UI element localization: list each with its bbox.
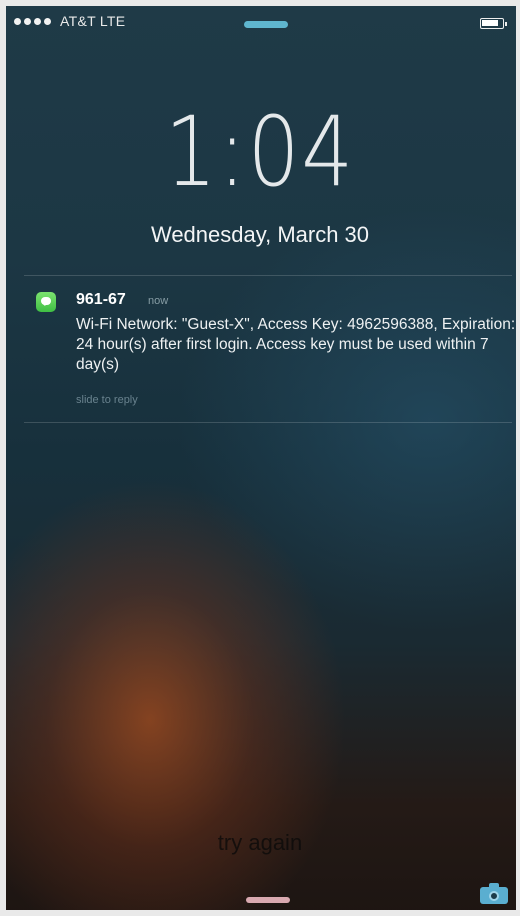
notification-sender: 961-67 <box>76 291 126 308</box>
slide-to-reply-hint: slide to reply <box>76 394 138 406</box>
carrier-label: AT&T LTE <box>60 13 126 29</box>
home-indicator[interactable] <box>246 897 290 903</box>
battery-icon <box>480 18 507 29</box>
notification-body: Wi-Fi Network: "Guest-X", Access Key: 49… <box>76 316 516 373</box>
divider <box>24 275 512 276</box>
top-grabber-handle[interactable] <box>244 21 288 28</box>
date-label: Wednesday, March 30 <box>150 222 370 247</box>
notification-timestamp: now <box>148 295 169 307</box>
lock-screen: AT&T LTE 1:04 Wednesday, March 30 961-67… <box>0 0 520 916</box>
signal-dots-icon <box>14 18 51 25</box>
status-bar: AT&T LTE <box>14 12 510 34</box>
divider <box>24 422 512 423</box>
clock-time: 1:04 <box>164 96 356 208</box>
clock: 1:04 <box>0 96 520 208</box>
camera-icon[interactable] <box>480 882 508 904</box>
try-again-label: try again <box>217 830 303 855</box>
messages-icon <box>36 292 56 312</box>
